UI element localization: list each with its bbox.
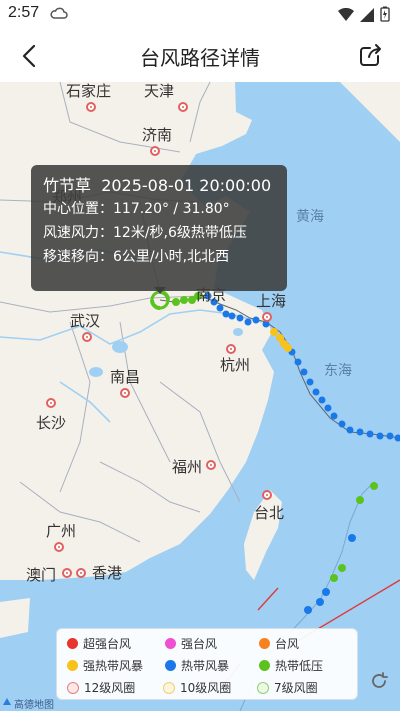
city-marker bbox=[226, 344, 236, 354]
legend-ring bbox=[67, 681, 79, 694]
city-label: 澳门 bbox=[26, 566, 57, 584]
status-time: 2:57 bbox=[8, 4, 40, 21]
amap-logo-icon bbox=[2, 697, 12, 710]
typhoon-wind: 风速风力：12米/秒,6级热带低压 bbox=[43, 225, 247, 241]
city-marker bbox=[54, 542, 64, 552]
signal-icon bbox=[360, 7, 374, 26]
city-marker bbox=[82, 332, 92, 342]
city-label: 天津 bbox=[144, 82, 175, 100]
legend-panel: 超强台风 强台风 台风 强热带风暴 热带风暴 热带低压 12级风圈 10级风圈 … bbox=[56, 628, 358, 700]
sea-label: 东海 bbox=[324, 363, 352, 379]
legend-swatch bbox=[259, 638, 270, 649]
typhoon-info-popup: 竹节草 2025-08-01 20:00:00 中心位置：117.20° / 3… bbox=[31, 165, 287, 291]
legend-swatch bbox=[165, 638, 176, 649]
legend-item: 超强台风 bbox=[67, 635, 131, 652]
city-label: 香港 bbox=[92, 564, 123, 582]
navigation-bar: 台风路径详情 bbox=[0, 28, 400, 82]
city-marker bbox=[62, 568, 72, 578]
legend-ring bbox=[163, 681, 175, 694]
status-bar: 2:57 bbox=[0, 0, 400, 28]
city-label: 长沙 bbox=[36, 414, 67, 432]
city-label: 台北 bbox=[254, 504, 285, 522]
legend-item: 强台风 bbox=[165, 635, 217, 652]
city-marker bbox=[46, 398, 56, 408]
city-marker bbox=[76, 568, 86, 578]
map-attribution: 高德地图 bbox=[2, 696, 54, 711]
cloud-icon bbox=[50, 5, 68, 24]
legend-swatch bbox=[67, 638, 78, 649]
legend-item: 10级风圈 bbox=[163, 679, 231, 696]
city-label: 石家庄 bbox=[66, 82, 112, 100]
refresh-icon[interactable] bbox=[368, 670, 390, 692]
legend-item: 热带低压 bbox=[259, 657, 323, 674]
legend-swatch bbox=[165, 660, 176, 671]
city-marker bbox=[120, 388, 130, 398]
wifi-icon bbox=[338, 7, 354, 26]
share-icon[interactable] bbox=[358, 42, 384, 68]
typhoon-position: 中心位置：117.20° / 31.80° bbox=[43, 201, 230, 217]
legend-item: 12级风圈 bbox=[67, 679, 135, 696]
typhoon-name: 竹节草 bbox=[43, 176, 92, 195]
city-label: 南昌 bbox=[110, 368, 141, 386]
city-marker bbox=[178, 102, 188, 112]
legend-item: 热带风暴 bbox=[165, 657, 229, 674]
city-marker bbox=[262, 312, 272, 322]
legend-item: 强热带风暴 bbox=[67, 657, 143, 674]
city-label: 广州 bbox=[46, 522, 77, 540]
legend-ring bbox=[257, 681, 269, 694]
city-label: 杭州 bbox=[220, 356, 251, 374]
city-marker bbox=[206, 460, 216, 470]
battery-icon bbox=[380, 6, 390, 26]
city-label: 武汉 bbox=[70, 312, 101, 330]
legend-swatch bbox=[67, 660, 78, 671]
page-title: 台风路径详情 bbox=[140, 46, 260, 70]
legend-swatch bbox=[259, 660, 270, 671]
legend-item: 7级风圈 bbox=[257, 679, 318, 696]
city-label: 上海 bbox=[256, 292, 287, 310]
city-label: 福州 bbox=[172, 458, 203, 476]
city-marker bbox=[86, 102, 96, 112]
legend-item: 台风 bbox=[259, 635, 299, 652]
city-label: 济南 bbox=[142, 126, 173, 144]
typhoon-movement: 移速移向：6公里/小时,北北西 bbox=[43, 249, 230, 265]
city-marker bbox=[262, 490, 272, 500]
city-marker bbox=[150, 146, 160, 156]
sea-label: 黄海 bbox=[296, 209, 324, 225]
typhoon-time: 2025-08-01 20:00:00 bbox=[101, 176, 272, 195]
